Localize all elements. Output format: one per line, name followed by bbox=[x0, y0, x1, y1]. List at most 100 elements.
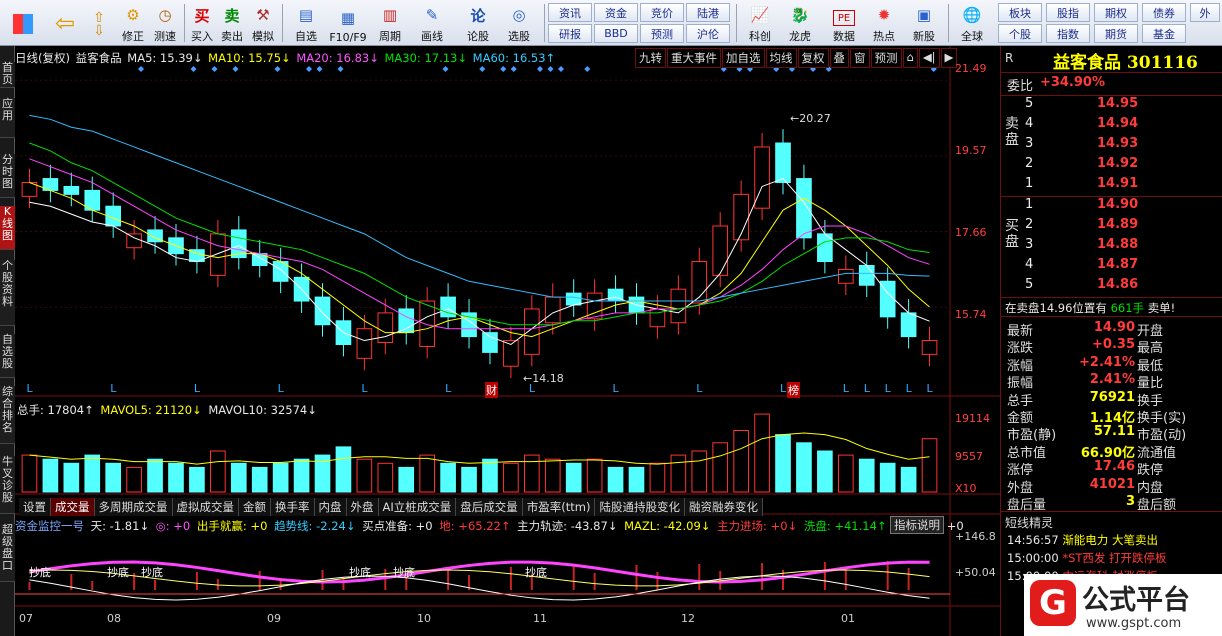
tab-volume[interactable]: 成交量 bbox=[51, 498, 95, 516]
tb-foreign-button[interactable]: 外 bbox=[1190, 3, 1220, 22]
tab-northbound[interactable]: 陆股通持股变化 bbox=[595, 498, 685, 516]
ind-jinchang: 主力进场: +0↓ bbox=[717, 519, 798, 533]
tab-virtual-volume[interactable]: 虚拟成交量 bbox=[172, 498, 239, 516]
chart-canvas[interactable]: LLLLLLLLLLLLLLL bbox=[15, 46, 1000, 636]
tb-stocks-button[interactable]: 个股 bbox=[998, 24, 1042, 43]
tb-speed-button[interactable]: ◷ 测速 bbox=[150, 2, 180, 44]
tb-back-button[interactable]: ⇦ bbox=[50, 2, 80, 44]
tb-auction-button[interactable]: 竞价 bbox=[640, 3, 684, 22]
tb-funds-button[interactable]: 资金 bbox=[594, 3, 638, 22]
sell-level-3[interactable]: 3 14.93 bbox=[1001, 136, 1222, 156]
tb-indices-button[interactable]: 指数 bbox=[1046, 24, 1090, 43]
tb-f10-button[interactable]: ▦ F10/F9 bbox=[326, 2, 370, 44]
tb-grid-button[interactable] bbox=[6, 2, 40, 44]
tb-funds2-button[interactable]: 基金 bbox=[1142, 24, 1186, 43]
tab-diagnosis[interactable]: 牛叉诊股 bbox=[0, 456, 15, 514]
finance-event-badge[interactable]: 财 bbox=[485, 382, 498, 398]
tb-sell-button[interactable]: 卖卖出 bbox=[218, 2, 246, 44]
volume-bar bbox=[210, 450, 226, 493]
tb-news-button[interactable]: 资讯 bbox=[548, 3, 592, 22]
tab-ranking[interactable]: 综合排名 bbox=[0, 386, 15, 444]
tab-multi-period-volume[interactable]: 多周期成交量 bbox=[94, 498, 173, 516]
tab-apps[interactable]: 应用 bbox=[0, 98, 15, 138]
buy-level-5[interactable]: 5 14.86 bbox=[1001, 277, 1222, 297]
quote-value: +2.41% bbox=[1079, 354, 1135, 370]
quote-label-2: 内盘 bbox=[1137, 480, 1164, 496]
tab-amount[interactable]: 金额 bbox=[239, 498, 271, 516]
tb-shlondon-button[interactable]: 沪伦 bbox=[686, 24, 730, 43]
tb-favorites-button[interactable]: ▤ 自选 bbox=[288, 2, 324, 44]
buy-level-1[interactable]: 1 14.90 bbox=[1001, 197, 1222, 217]
tb-options-button[interactable]: 期权 bbox=[1094, 3, 1138, 22]
kline-chart-pane[interactable]: LLLLLLLLLLLLLLL 日线(复权) 益客食品 MA5: 15.39↓ … bbox=[15, 46, 1000, 636]
tb-select-button[interactable]: ◎ 选股 bbox=[500, 2, 538, 44]
tool-ma[interactable]: 均线 bbox=[765, 48, 797, 68]
indicator-help-button[interactable]: 指标说明 bbox=[890, 516, 944, 534]
tab-turnover[interactable]: 换手率 bbox=[271, 498, 315, 516]
tab-watchlist[interactable]: 自选股 bbox=[0, 334, 15, 378]
sell-level-1[interactable]: 1 14.91 bbox=[1001, 176, 1222, 196]
tb-data-button[interactable]: PE 数据 bbox=[826, 2, 862, 44]
tab-profile[interactable]: 个股资料 bbox=[0, 260, 15, 326]
tb-draw-button[interactable]: ✎ 画线 bbox=[414, 2, 450, 44]
tb-global-label: 全球 bbox=[961, 30, 983, 43]
tab-outer[interactable]: 外盘 bbox=[346, 498, 379, 516]
tb-dragon-button[interactable]: 🐉 龙虎 bbox=[782, 2, 818, 44]
buy-level-3[interactable]: 3 14.88 bbox=[1001, 237, 1222, 257]
tb-discuss-button[interactable]: 论论股 bbox=[460, 2, 496, 44]
tb-updown-button[interactable]: ⇧ ⇩ bbox=[88, 2, 110, 44]
tb-sim-button[interactable]: ⚒ 模拟 bbox=[248, 2, 278, 44]
tb-buy-button[interactable]: 买买入 bbox=[188, 2, 216, 44]
news-item[interactable]: 15:00:00 *ST西发 打开跌停板 bbox=[1007, 550, 1167, 566]
globe-icon: 🌐 bbox=[962, 6, 982, 24]
tab-pe-ttm[interactable]: 市盈率(ttm) bbox=[522, 498, 596, 516]
tb-hk-button[interactable]: 陆港 bbox=[686, 3, 730, 22]
tb-futures-button[interactable]: 期货 bbox=[1094, 24, 1138, 43]
tool-window[interactable]: 窗 bbox=[850, 48, 870, 68]
tb-fix-button[interactable]: ⚙ 修正 bbox=[118, 2, 148, 44]
buy-level-4[interactable]: 4 14.87 bbox=[1001, 257, 1222, 277]
tab-inner[interactable]: 内盘 bbox=[314, 498, 347, 516]
sell-level-2[interactable]: 2 14.92 bbox=[1001, 156, 1222, 176]
tb-hot-button[interactable]: ✹ 热点 bbox=[866, 2, 902, 44]
news-item[interactable]: 14:56:57 渐能电力 大笔卖出 bbox=[1007, 532, 1158, 548]
ranking-event-badge[interactable]: 榜 bbox=[787, 382, 800, 398]
volume-bar bbox=[628, 466, 645, 493]
tool-forecast[interactable]: 预测 bbox=[870, 48, 902, 68]
tool-add-watch[interactable]: 加自选 bbox=[722, 48, 765, 68]
tb-kechuang-button[interactable]: 📈 科创 bbox=[742, 2, 778, 44]
tb-global-button[interactable]: 🌐 全球 bbox=[954, 2, 990, 44]
sell-level-4[interactable]: 4 14.94 bbox=[1001, 116, 1222, 136]
tool-jiuzhuan[interactable]: 九转 bbox=[635, 48, 666, 68]
tb-bonds-button[interactable]: 债券 bbox=[1142, 3, 1186, 22]
tool-adjust[interactable]: 复权 bbox=[797, 48, 829, 68]
tab-settings[interactable]: 设置 bbox=[19, 498, 51, 516]
tab-intraday[interactable]: 分时图 bbox=[0, 154, 15, 198]
tool-events[interactable]: 重大事件 bbox=[667, 48, 721, 68]
sell-level-5[interactable]: 5 14.95 bbox=[1001, 96, 1222, 116]
tool-prev[interactable]: ◀| bbox=[918, 48, 940, 68]
quote-flag[interactable]: R bbox=[1005, 51, 1013, 65]
sell-icon: 卖 bbox=[224, 6, 240, 25]
short-term-wizard-title: 短线精灵 bbox=[1005, 516, 1054, 530]
volume-bar bbox=[63, 462, 80, 493]
tab-margin[interactable]: 融资融券变化 bbox=[684, 498, 763, 516]
tb-newstock-button[interactable]: ▣ 新股 bbox=[906, 2, 942, 44]
tab-home[interactable]: 首页 bbox=[0, 62, 15, 88]
tb-draw-label: 画线 bbox=[421, 30, 443, 43]
tb-forecast-button[interactable]: 预测 bbox=[640, 24, 684, 43]
tb-sector-button[interactable]: 板块 bbox=[998, 3, 1042, 22]
tab-super-depth[interactable]: 超级盘口 bbox=[0, 524, 15, 582]
tb-period-button[interactable]: ▥ 周期 bbox=[372, 2, 408, 44]
tab-kline[interactable]: K线图 bbox=[0, 206, 15, 250]
tb-research-button[interactable]: 研报 bbox=[548, 24, 592, 43]
buy-level-2[interactable]: 2 14.89 bbox=[1001, 217, 1222, 237]
tab-after-hours[interactable]: 盘后成交量 bbox=[456, 498, 523, 516]
tb-bbd-button[interactable]: BBD bbox=[594, 24, 638, 43]
tool-home[interactable]: ⌂ bbox=[902, 48, 918, 68]
tb-index-futures-button[interactable]: 股指 bbox=[1046, 3, 1090, 22]
candle-body bbox=[482, 332, 498, 353]
quote-label: 涨幅 bbox=[1007, 358, 1034, 374]
tool-overlay[interactable]: 叠 bbox=[829, 48, 849, 68]
tab-ai-volume[interactable]: AI立桩成交量 bbox=[378, 498, 457, 516]
